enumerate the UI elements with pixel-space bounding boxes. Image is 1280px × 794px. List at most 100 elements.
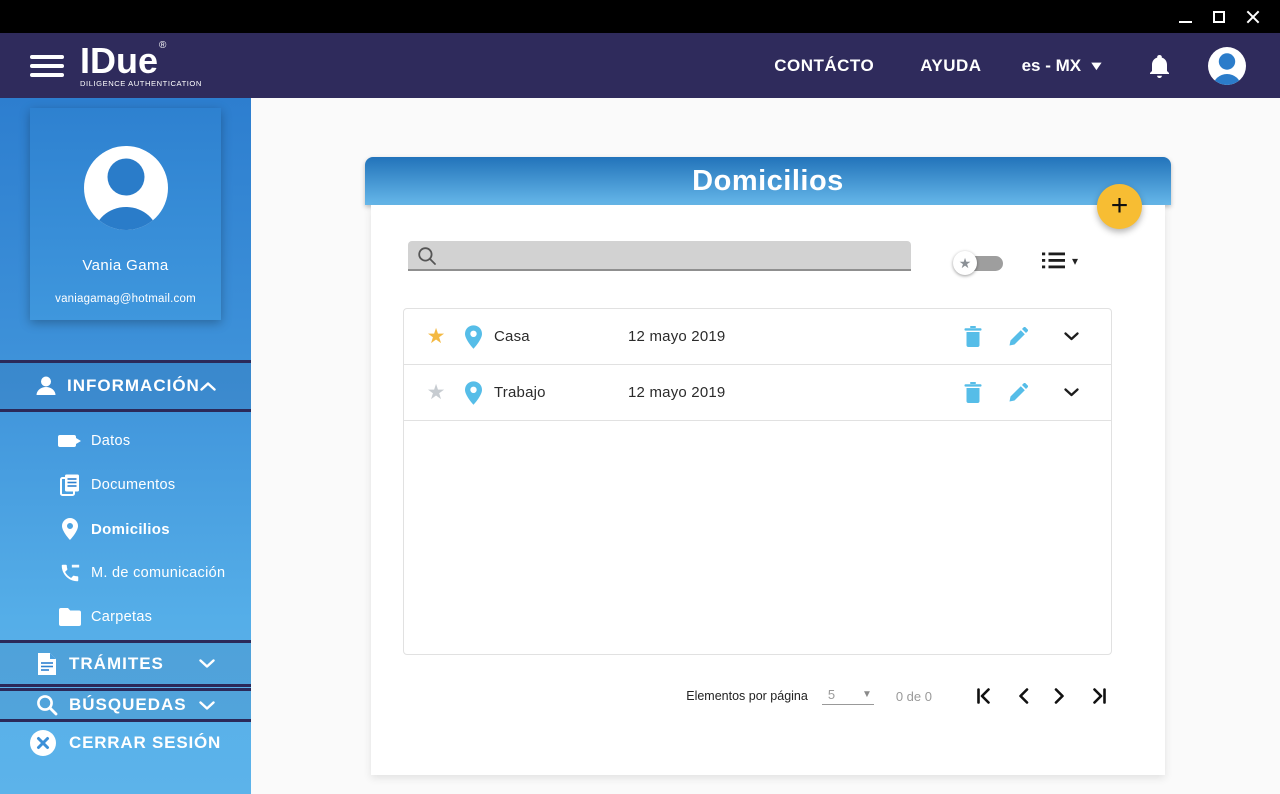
- edit-button[interactable]: [1008, 382, 1028, 403]
- plus-icon: +: [1110, 188, 1129, 222]
- sidebar-subnav: Datos Documentos Domicilios M. de comuni…: [0, 419, 251, 639]
- pencil-icon: [1009, 382, 1028, 401]
- close-circle-icon: [30, 730, 56, 756]
- items-per-page-label: Elementos por página: [686, 689, 808, 703]
- sidebar-section-tramites[interactable]: TRÁMITES: [0, 640, 251, 687]
- chevron-down-icon: [199, 700, 215, 710]
- favorite-star-icon[interactable]: ★: [420, 324, 452, 349]
- last-page-icon: [1093, 688, 1106, 704]
- view-mode-dropdown[interactable]: ▾: [1041, 252, 1078, 269]
- file-icon: [34, 652, 60, 675]
- logo-title: IDue: [80, 40, 159, 82]
- trash-icon: [964, 382, 982, 403]
- location-pin-icon: [452, 324, 494, 349]
- sidebar-section-label: INFORMACIÓN: [67, 376, 200, 395]
- select-caret-icon: ▼: [861, 689, 872, 700]
- first-page-button[interactable]: [976, 688, 992, 704]
- pencil-icon: [1009, 326, 1028, 345]
- language-value: es - MX: [1021, 55, 1082, 75]
- main-content: Domicilios + ★ ▾ ★ Casa 12 mayo 2019 ★ T…: [251, 98, 1280, 794]
- sidebar-section-busquedas[interactable]: BÚSQUEDAS: [0, 688, 251, 722]
- maximize-icon: [1213, 10, 1225, 23]
- dropdown-caret-icon: ▾: [1071, 253, 1078, 268]
- list-view-icon: [1041, 252, 1065, 269]
- chevron-up-icon: [200, 381, 216, 391]
- sidebar-item-label: Domicilios: [91, 520, 170, 538]
- sidebar-item-label: Documentos: [91, 477, 176, 493]
- sidebar-item-comunicacion[interactable]: M. de comunicación: [0, 551, 251, 595]
- page-range: 0 de 0: [895, 688, 932, 704]
- expand-chevron-icon[interactable]: [1064, 332, 1079, 341]
- sidebar-item-datos[interactable]: Datos: [0, 419, 251, 463]
- minimize-icon: [1178, 20, 1192, 23]
- app-logo: IDue ® DILIGENCE AUTHENTICATION: [80, 40, 202, 89]
- chevron-right-icon: [1054, 688, 1064, 704]
- card-body: ★ ▾ ★ Casa 12 mayo 2019 ★ Trabajo 12 may…: [371, 205, 1165, 775]
- language-selector[interactable]: es - MX ▼: [1021, 55, 1106, 76]
- address-date: 12 mayo 2019: [628, 384, 726, 401]
- sidebar: Vania Gama vaniagamag@hotmail.com INFORM…: [0, 98, 251, 794]
- sidebar-item-label: Datos: [91, 433, 131, 449]
- close-button[interactable]: [1236, 0, 1270, 33]
- close-icon: [1246, 10, 1260, 24]
- page-size-select[interactable]: 5 ▼: [821, 687, 874, 705]
- sidebar-item-carpetas[interactable]: Carpetas: [0, 595, 251, 639]
- sidebar-item-label: M. de comunicación: [91, 565, 226, 581]
- avatar-icon: [1208, 46, 1246, 85]
- address-row-trabajo[interactable]: ★ Trabajo 12 mayo 2019: [404, 365, 1111, 421]
- menu-button[interactable]: [30, 50, 64, 82]
- address-row-casa[interactable]: ★ Casa 12 mayo 2019: [404, 309, 1111, 365]
- card-header: Domicilios: [365, 157, 1171, 205]
- favorites-filter-toggle[interactable]: ★: [953, 251, 1003, 275]
- search-icon: [417, 246, 437, 271]
- sidebar-section-informacion[interactable]: INFORMACIÓN: [0, 360, 251, 412]
- hamburger-icon: [30, 54, 64, 59]
- next-page-button[interactable]: [1054, 688, 1066, 704]
- profile-name: Vania Gama: [82, 257, 169, 274]
- minimize-button[interactable]: [1168, 0, 1202, 33]
- profile-card: Vania Gama vaniagamag@hotmail.com: [30, 108, 221, 320]
- toggle-thumb-star-icon: ★: [953, 251, 977, 275]
- logout-label: CERRAR SESIÓN: [69, 733, 222, 752]
- nav-contacto[interactable]: CONTÁCTO: [774, 56, 874, 76]
- bell-icon: [1150, 54, 1169, 78]
- search-input[interactable]: [408, 241, 911, 271]
- profile-avatar: [30, 146, 221, 235]
- sidebar-section-label: BÚSQUEDAS: [69, 695, 187, 714]
- pagination: Elementos por página 5 ▼ 0 de 0: [686, 687, 1107, 705]
- notifications-button[interactable]: [1149, 54, 1170, 78]
- sidebar-section-label: TRÁMITES: [69, 653, 164, 673]
- sidebar-item-label: Carpetas: [91, 609, 153, 625]
- registered-mark: ®: [159, 40, 167, 52]
- account-button[interactable]: [1208, 46, 1246, 85]
- documents-icon: [58, 474, 82, 496]
- page-title: Domicilios: [692, 164, 844, 197]
- search-icon: [34, 694, 60, 716]
- chevron-down-icon: [199, 659, 215, 668]
- address-date: 12 mayo 2019: [628, 328, 726, 345]
- maximize-button[interactable]: [1202, 0, 1236, 33]
- location-pin-icon: [58, 518, 82, 540]
- favorite-star-icon[interactable]: ★: [420, 380, 452, 405]
- profile-email: vaniagamag@hotmail.com: [55, 293, 196, 305]
- previous-page-button[interactable]: [1017, 688, 1029, 704]
- delete-button[interactable]: [964, 382, 982, 403]
- expand-chevron-icon[interactable]: [1064, 388, 1079, 397]
- edit-button[interactable]: [1008, 326, 1028, 347]
- app-window: IDue ® DILIGENCE AUTHENTICATION CONTÁCTO…: [0, 0, 1280, 794]
- folder-icon: [58, 608, 82, 626]
- delete-button[interactable]: [964, 326, 982, 347]
- nav-ayuda[interactable]: AYUDA: [920, 56, 981, 76]
- address-name: Trabajo: [494, 384, 546, 401]
- last-page-button[interactable]: [1091, 688, 1107, 704]
- logout-button[interactable]: CERRAR SESIÓN: [0, 724, 251, 762]
- location-pin-icon: [452, 380, 494, 405]
- person-icon: [34, 374, 58, 398]
- page-size-value: 5: [827, 687, 836, 702]
- sidebar-item-documentos[interactable]: Documentos: [0, 463, 251, 507]
- add-address-button[interactable]: +: [1097, 184, 1142, 229]
- sidebar-item-domicilios[interactable]: Domicilios: [0, 507, 251, 551]
- trash-icon: [964, 326, 982, 347]
- first-page-icon: [977, 688, 990, 704]
- logo-tagline: DILIGENCE AUTHENTICATION: [80, 79, 202, 89]
